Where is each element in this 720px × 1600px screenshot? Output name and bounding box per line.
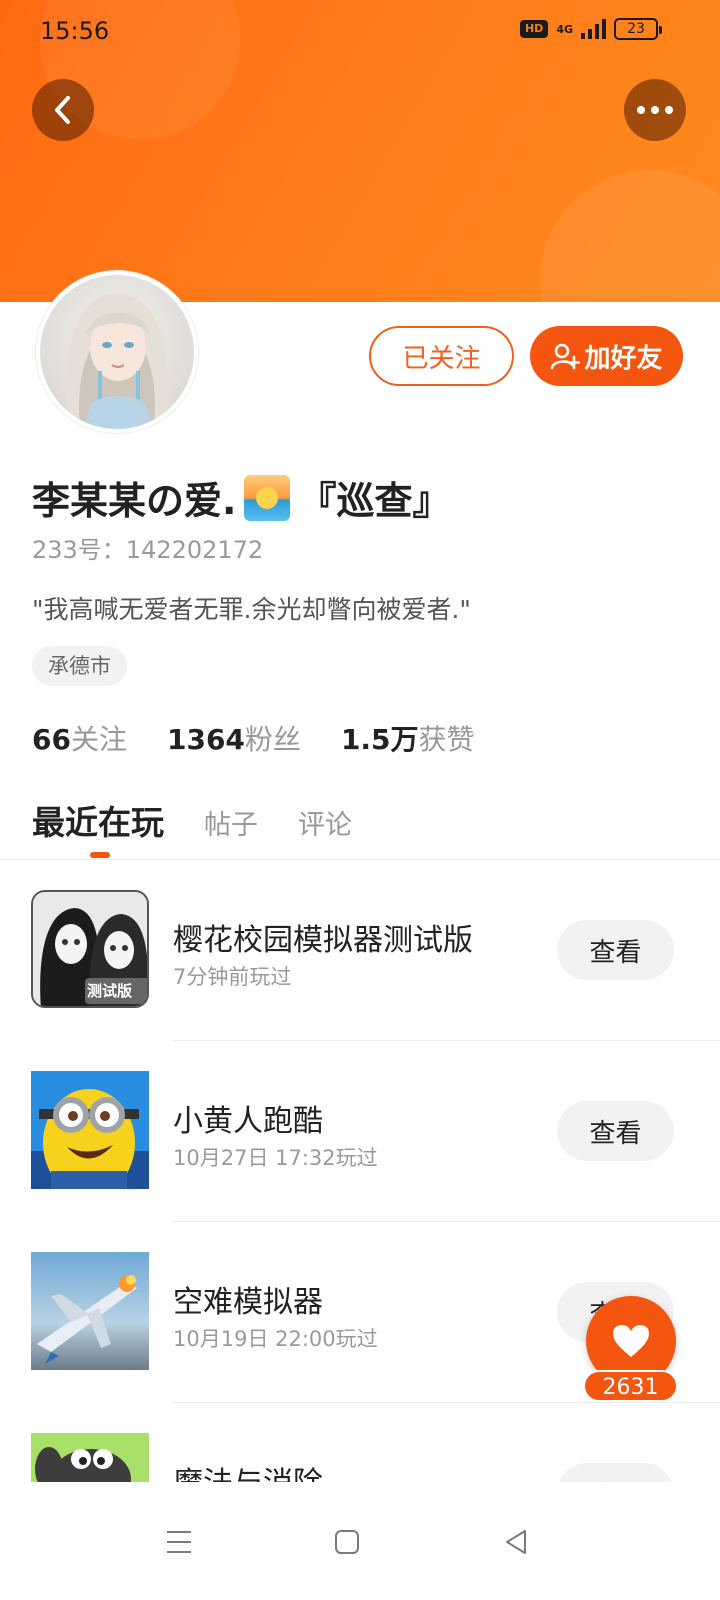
followers-label: 粉丝 <box>244 723 301 756</box>
game-title[interactable]: 小黄人跑酷 <box>173 1096 323 1140</box>
heart-icon <box>613 1325 649 1357</box>
sunrise-emoji-icon <box>244 474 291 521</box>
game-played-time: 10月19日 22:00玩过 <box>173 1327 378 1351</box>
user-id: 233号：142202172 <box>32 536 264 564</box>
hd-icon: HD <box>519 20 549 38</box>
game-played-time: 7分钟前玩过 <box>173 965 292 989</box>
battery-level: 23 <box>627 21 645 37</box>
plane-crash-icon[interactable] <box>31 1252 149 1370</box>
minion-rush-icon[interactable] <box>31 1071 149 1189</box>
game-title[interactable]: 空难模拟器 <box>173 1277 323 1321</box>
avatar[interactable] <box>36 271 198 433</box>
user-name-suffix: 『巡查』 <box>298 479 451 523</box>
battery-icon: 23 <box>614 18 662 40</box>
user-name: 李某某の爱. 『巡查』 <box>32 470 450 525</box>
status-time: 15:56 <box>40 17 110 45</box>
followers-count: 1364 <box>166 723 245 756</box>
plane-crash-art <box>31 1252 149 1370</box>
status-bar: 15:56 HD 4G 23 <box>0 0 720 64</box>
likes-label: 获赞 <box>418 723 475 756</box>
tab-active-indicator <box>90 852 110 858</box>
following-count: 66 <box>32 723 71 756</box>
user-bio: "我高喊无爱者无罪.余光却瞥向被爱者." <box>32 595 471 624</box>
following-stat[interactable]: 66关注 <box>32 718 127 758</box>
view-button[interactable]: 查看 <box>557 1101 674 1161</box>
test-version-badge: 测试版 <box>87 982 133 1000</box>
back-triangle-icon <box>506 1530 526 1554</box>
chevron-left-icon <box>55 96 70 124</box>
list-item[interactable]: 小黄人跑酷 10月27日 17:32玩过 查看 <box>0 1041 720 1222</box>
followers-stat[interactable]: 1364粉丝 <box>167 718 301 758</box>
user-name-text: 李某某の爱. <box>32 479 237 523</box>
tab-comments[interactable]: 评论 <box>298 803 352 842</box>
banner-decoration <box>540 170 720 302</box>
system-nav-bar <box>0 1482 720 1600</box>
profile-stats: 66关注 1364粉丝 1.5万获赞 <box>32 718 475 758</box>
status-icons: HD 4G 23 <box>519 18 662 40</box>
network-type: 4G <box>556 22 573 36</box>
followed-button[interactable]: 已关注 <box>369 326 514 386</box>
signal-icon <box>581 19 606 39</box>
magic-match-art <box>31 1433 149 1482</box>
tab-posts[interactable]: 帖子 <box>204 803 258 842</box>
sakura-school-icon[interactable]: 测试版 <box>31 890 149 1008</box>
game-title[interactable]: 魔法与消除 <box>173 1458 323 1482</box>
profile-tabs: 最近在玩 帖子 评论 <box>32 796 352 844</box>
likes-stat[interactable]: 1.5万获赞 <box>341 718 475 758</box>
like-count: 2631 <box>583 1370 678 1402</box>
more-dots-icon <box>637 106 673 114</box>
game-title[interactable]: 樱花校园模拟器测试版 <box>173 915 473 959</box>
likes-count: 1.5万 <box>340 723 419 756</box>
add-user-icon <box>551 343 581 370</box>
home-square-icon <box>335 1530 359 1554</box>
add-friend-button[interactable]: 加好友 <box>530 326 683 386</box>
magic-match-icon[interactable] <box>31 1433 149 1482</box>
menu-icon <box>167 1531 191 1553</box>
menu-button[interactable] <box>149 1512 209 1572</box>
more-button[interactable] <box>624 79 686 141</box>
view-button[interactable]: 查看 <box>557 1463 674 1482</box>
following-label: 关注 <box>70 723 127 756</box>
home-button[interactable] <box>317 1512 377 1572</box>
tab-recently-played[interactable]: 最近在玩 <box>32 796 164 844</box>
avatar-illustration <box>40 275 194 429</box>
system-back-button[interactable] <box>486 1512 546 1572</box>
list-item[interactable]: 魔法与消除 查看 <box>0 1403 720 1482</box>
game-played-time: 10月27日 17:32玩过 <box>173 1146 378 1170</box>
view-button[interactable]: 查看 <box>557 920 674 980</box>
location-tag: 承德市 <box>32 646 127 686</box>
minion-rush-art <box>31 1071 149 1189</box>
list-item[interactable]: 测试版 樱花校园模拟器测试版 7分钟前玩过 查看 <box>0 860 720 1041</box>
add-friend-label: 加好友 <box>584 343 663 374</box>
back-button[interactable] <box>32 79 94 141</box>
